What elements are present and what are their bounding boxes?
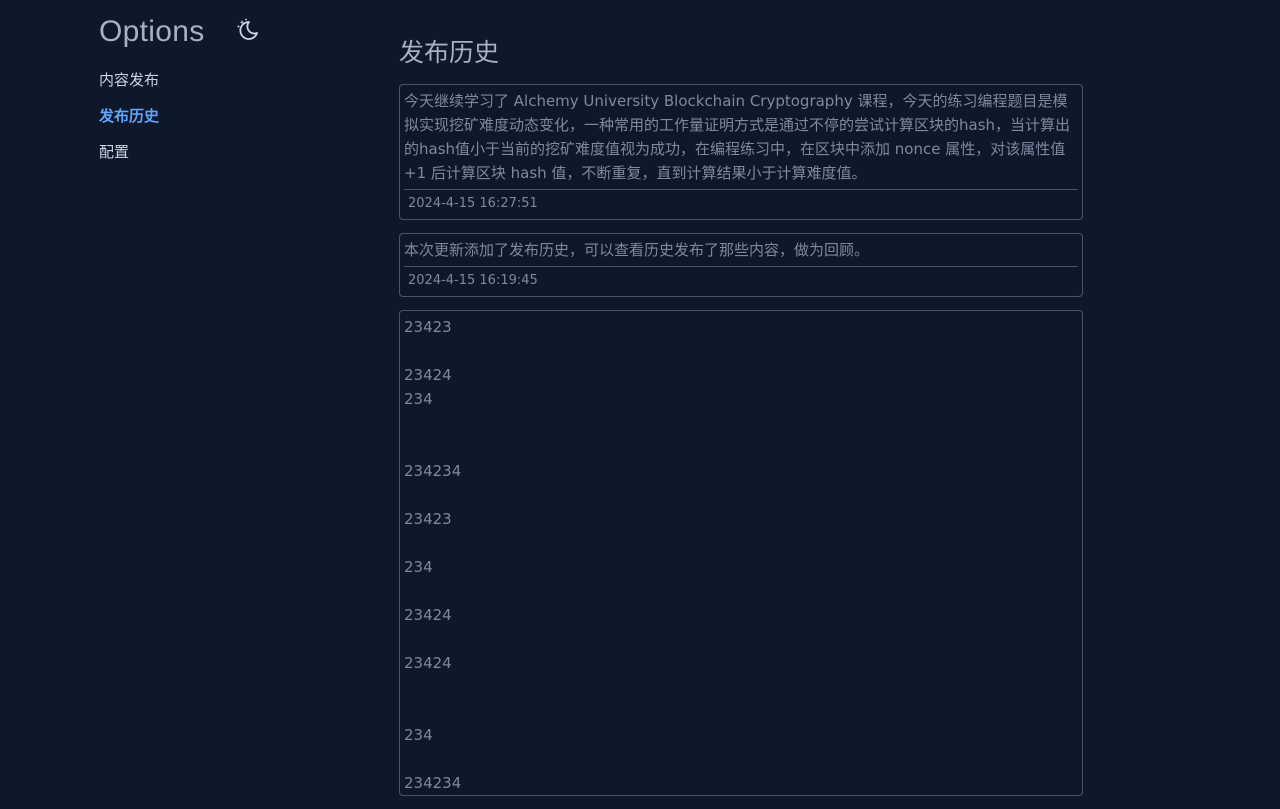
moon-stars-icon[interactable] — [235, 17, 261, 43]
history-card: 本次更新添加了发布历史，可以查看历史发布了那些内容，做为回顾。 2024-4-1… — [399, 233, 1083, 297]
history-timestamp: 2024-4-15 16:27:51 — [404, 189, 1078, 219]
history-timestamp: 2024-4-15 16:19:45 — [404, 266, 1078, 296]
sidebar-item-publish[interactable]: 内容发布 — [99, 68, 159, 104]
history-content: 本次更新添加了发布历史，可以查看历史发布了那些内容，做为回顾。 — [404, 238, 1078, 262]
history-card: 23423 23424 234 234234 23423 234 23424 2… — [399, 310, 1083, 796]
history-content: 今天继续学习了 Alchemy University Blockchain Cr… — [404, 89, 1078, 185]
history-list: 今天继续学习了 Alchemy University Blockchain Cr… — [399, 84, 1083, 809]
sidebar-item-settings[interactable]: 配置 — [99, 140, 159, 176]
page-title: 发布历史 — [399, 33, 499, 69]
app-header: Options — [99, 12, 205, 52]
history-content: 23423 23424 234 234234 23423 234 23424 2… — [404, 315, 1078, 795]
sidebar-nav: 内容发布 发布历史 配置 — [99, 68, 159, 176]
app-title: Options — [99, 15, 205, 49]
history-card: 今天继续学习了 Alchemy University Blockchain Cr… — [399, 84, 1083, 220]
sidebar-item-history[interactable]: 发布历史 — [99, 104, 159, 140]
